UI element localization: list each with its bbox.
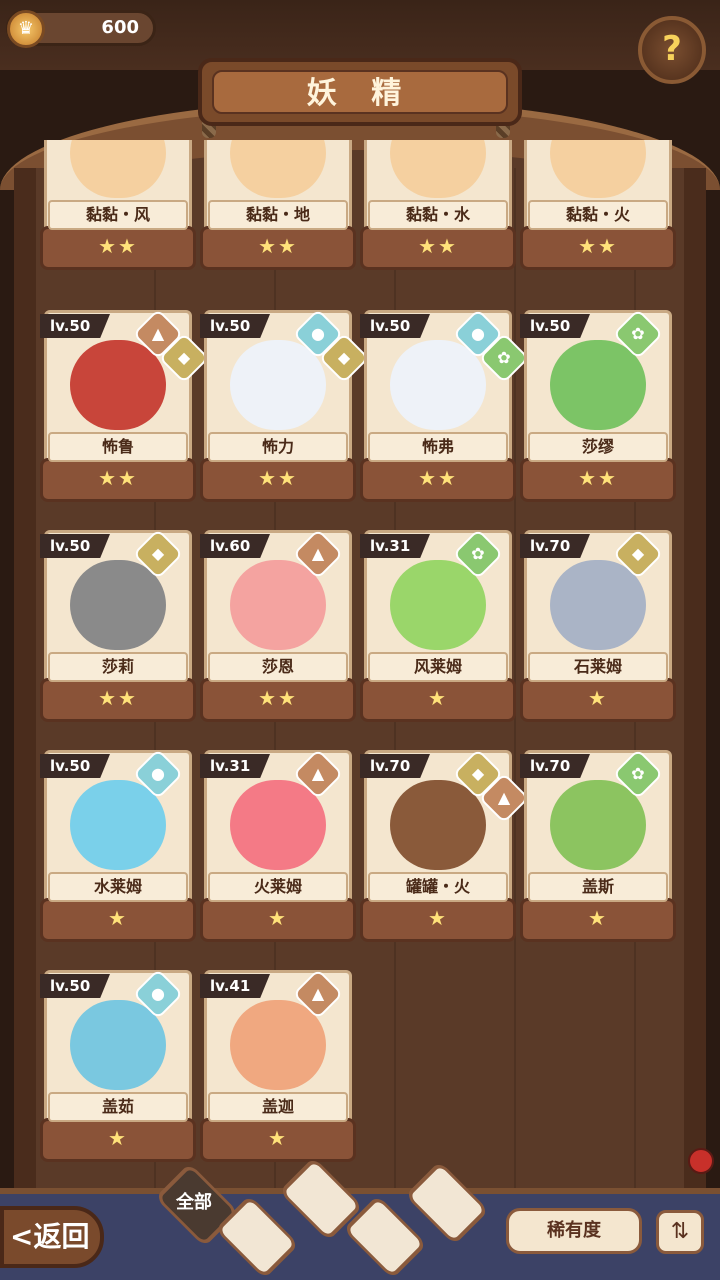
level-tag: lv.50 [40,534,110,558]
star-rating: ★ [108,906,128,930]
level-tag: lv.50 [40,754,110,778]
help-button[interactable]: ? [638,16,706,84]
level-tag: lv.70 [520,534,590,558]
ladybug-icon[interactable] [688,1148,714,1174]
level-tag: lv.50 [520,314,590,338]
earth-glyph: ◆ [631,544,645,563]
coin-counter: ♛ 600 [6,10,156,48]
star-rating: ★★ [578,466,618,490]
level-tag: lv.70 [360,754,430,778]
star-rating: ★ [428,906,448,930]
fairy-name: 罐罐・火 [368,872,508,902]
level-tag: lv.31 [200,754,270,778]
fairy-card[interactable]: 盖迦 ★ lv.41 ▲ [200,968,356,1170]
level-tag: lv.50 [40,314,110,338]
star-rating: ★ [588,906,608,930]
fairy-grid[interactable]: 黏黏・风 ★★ 黏黏・地 ★★ 黏黏・水 ★★ 黏黏・火 ★★ 怖鲁 ★★ lv.50 ▲ ◆ 怖力 ★★ l… [40,140,680,1180]
star-rating: ★★ [418,466,458,490]
title-plate: 妖 精 [198,58,522,126]
sort-icon: ⇅ [670,1219,690,1244]
water-glyph: ● [151,764,165,783]
star-rating: ★ [588,686,608,710]
level-tag: lv.60 [200,534,270,558]
fairy-card[interactable]: 罐罐・火 ★ lv.70 ◆ ▲ [360,748,530,950]
fairy-name: 盖迦 [208,1092,348,1122]
level-tag: lv.70 [520,754,590,778]
wind-glyph: ✿ [471,544,485,563]
fairy-name: 风莱姆 [368,652,508,682]
fairy-card[interactable]: 莎缪 ★★ lv.50 ✿ [520,308,676,510]
fairy-name: 怖鲁 [48,432,188,462]
fairy-card[interactable]: 莎莉 ★★ lv.50 ◆ [40,528,196,730]
star-rating: ★★ [578,234,618,258]
fairy-card[interactable]: 莎恩 ★★ lv.60 ▲ [200,528,356,730]
fairy-name: 莎恩 [208,652,348,682]
fairy-card[interactable]: 水莱姆 ★ lv.50 ● [40,748,196,950]
bottom-bar: <返回 全部 稀有度 ⇅ [0,1156,720,1280]
fairy-name: 水莱姆 [48,872,188,902]
level-tag: lv.50 [40,974,110,998]
star-rating: ★★ [98,466,138,490]
earth-glyph: ◆ [337,348,351,367]
fairy-name: 黏黏・风 [48,200,188,230]
earth-glyph: ◆ [177,348,191,367]
star-rating: ★ [268,1126,288,1150]
water-glyph: ● [151,984,165,1003]
level-tag: lv.31 [360,534,430,558]
filter-all-label: 全部 [176,1192,212,1213]
fire-glyph: ▲ [497,788,511,807]
fairy-name: 怖弗 [368,432,508,462]
fairy-card[interactable]: 盖斯 ★ lv.70 ✿ [520,748,676,950]
level-tag: lv.41 [200,974,270,998]
star-rating: ★ [268,906,288,930]
fairy-name: 莎缪 [528,432,668,462]
coin-icon: ♛ [7,10,45,48]
fire-glyph: ▲ [311,544,325,563]
fairy-name: 火莱姆 [208,872,348,902]
fairy-name: 黏黏・水 [368,200,508,230]
fairy-name: 黏黏・地 [208,200,348,230]
wind-glyph: ✿ [631,764,645,783]
star-rating: ★★ [418,234,458,258]
fairy-name: 莎莉 [48,652,188,682]
fairy-card[interactable]: 怖鲁 ★★ lv.50 ▲ ◆ [40,308,210,510]
fairy-name: 怖力 [208,432,348,462]
question-sprout-icon: ? [662,29,682,69]
fairy-card[interactable]: 黏黏・火 ★★ [520,140,676,278]
back-button[interactable]: <返回 [0,1206,104,1268]
fairy-card[interactable]: 怖弗 ★★ lv.50 ● ✿ [360,308,530,510]
fairy-card[interactable]: 盖茹 ★ lv.50 ● [40,968,196,1170]
fairy-card[interactable]: 黏黏・风 ★★ [40,140,196,278]
level-tag: lv.50 [200,314,270,338]
fire-glyph: ▲ [311,984,325,1003]
wind-glyph: ✿ [497,348,511,367]
fire-glyph: ▲ [311,764,325,783]
fairy-card[interactable]: 石莱姆 ★ lv.70 ◆ [520,528,676,730]
fairy-card[interactable]: 黏黏・水 ★★ [360,140,516,278]
fairy-name: 石莱姆 [528,652,668,682]
coin-value: 600 [101,17,139,38]
star-rating: ★★ [258,466,298,490]
level-tag: lv.50 [360,314,430,338]
fairy-name: 黏黏・火 [528,200,668,230]
earth-glyph: ◆ [151,544,165,563]
fairy-name: 盖斯 [528,872,668,902]
fairy-name: 盖茹 [48,1092,188,1122]
page-title: 妖 精 [212,70,508,114]
star-rating: ★ [428,686,448,710]
star-rating: ★★ [258,686,298,710]
star-rating: ★★ [98,686,138,710]
star-rating: ★ [108,1126,128,1150]
fairy-card[interactable]: 火莱姆 ★ lv.31 ▲ [200,748,356,950]
star-rating: ★★ [258,234,298,258]
rarity-sort-button[interactable]: 稀有度 [506,1208,642,1254]
wind-glyph: ✿ [631,324,645,343]
sort-order-button[interactable]: ⇅ [656,1210,704,1254]
star-rating: ★★ [98,234,138,258]
fairy-card[interactable]: 怖力 ★★ lv.50 ● ◆ [200,308,370,510]
fairy-card[interactable]: 风莱姆 ★ lv.31 ✿ [360,528,516,730]
fairy-card[interactable]: 黏黏・地 ★★ [200,140,356,278]
